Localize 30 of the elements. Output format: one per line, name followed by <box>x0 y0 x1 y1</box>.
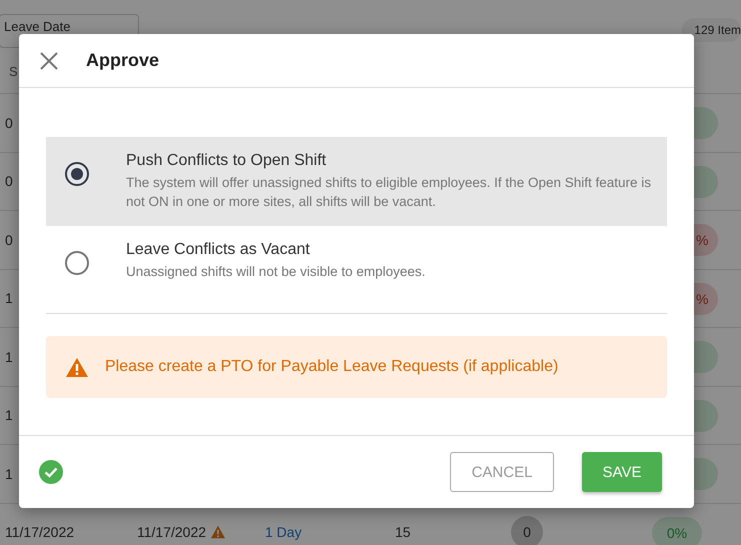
table-cell: 1 <box>5 407 13 424</box>
table-cell: 11/17/2022 <box>137 524 206 540</box>
table-cell-text: 1 Day <box>265 524 303 540</box>
option-label: Leave Conflicts as Vacant <box>126 240 311 260</box>
save-button[interactable]: SAVE <box>582 452 662 492</box>
option-description: The system will offer unassigned shifts to eligible employees. If the Open Shift feature is not ON in one or more sites, all shifts will be vacant. <box>126 174 652 211</box>
dialog-title: Approve <box>86 50 160 71</box>
check-circle-icon <box>39 460 63 484</box>
table-cell-text: 11/17/2022 <box>5 524 76 540</box>
column-header: S <box>9 64 18 79</box>
table-cell-text: 15 <box>395 524 412 540</box>
radio-button[interactable] <box>65 251 89 275</box>
close-icon[interactable] <box>40 52 58 70</box>
radio-option[interactable]: Push Conflicts to Open Shift The system will offer unassigned shifts to eligible employees. If the Open Shift feature is not ON in one or more sites, all shifts will be vacant. <box>46 137 667 226</box>
table-cell: 0 <box>5 114 13 131</box>
table-cell: 1 <box>5 290 13 306</box>
radio-option[interactable]: Leave Conflicts as Vacant Unassigned shifts will not be visible to employees. <box>46 226 667 292</box>
percent-badge: 0% <box>652 516 702 545</box>
cancel-button[interactable]: CANCEL <box>450 452 554 492</box>
option-description: Unassigned shifts will not be visible to employees. <box>126 263 426 281</box>
radio-button[interactable] <box>65 162 89 186</box>
table-cell: 1 <box>5 466 13 482</box>
table-cell: 0 <box>5 232 13 248</box>
count-badge: 0 <box>511 516 543 545</box>
table-cell: 1 <box>5 348 13 365</box>
table-cell: 0 <box>5 173 13 190</box>
item-count: 129 Item <box>682 18 741 42</box>
warning-icon <box>65 356 89 378</box>
alert-text: Please create a PTO for Payable Leave Requests (if applicable) <box>105 358 558 376</box>
option-label: Push Conflicts to Open Shift <box>126 151 328 171</box>
